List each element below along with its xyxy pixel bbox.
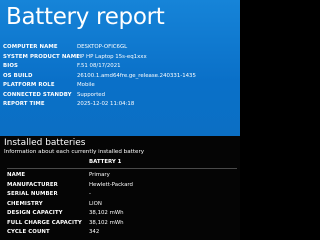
battery-row: NAME Primary: [7, 171, 237, 181]
system-info-row: COMPUTER NAME DESKTOP-OFIC6GL: [3, 43, 239, 53]
battery-row-value: 38,102 mWh: [89, 210, 124, 216]
system-info-row: SYSTEM PRODUCT NAME HP HP Laptop 15s-eq1…: [3, 53, 239, 63]
battery-row-label: DESIGN CAPACITY: [7, 210, 63, 216]
installed-batteries-subtitle: Information about each currently install…: [4, 149, 145, 155]
battery-row-value: Hewlett-Packard: [89, 181, 133, 188]
battery-table: BATTERY 1 NAME Primary MANUFACTURER Hewl…: [7, 158, 237, 238]
battery-row-label: SERIAL NUMBER: [7, 191, 58, 197]
battery-row-label: CHEMISTRY: [7, 200, 43, 207]
battery-row: CHEMISTRY LION: [7, 200, 237, 210]
battery-row-label: MANUFACTURER: [7, 181, 58, 188]
system-info-row: BIOS F.51 08/17/2021: [3, 62, 239, 72]
system-info-value: HP HP Laptop 15s-eq1xxx: [77, 53, 147, 60]
system-info-label: COMPUTER NAME: [3, 44, 58, 50]
system-info-label: BIOS: [3, 63, 18, 69]
battery-row: SERIAL NUMBER -: [7, 190, 237, 200]
battery-report-page: Battery report COMPUTER NAME DESKTOP-OFI…: [0, 0, 240, 240]
system-info-value: 2025-12-02 11:04:18: [77, 101, 135, 107]
battery-row-value: Primary: [89, 172, 110, 178]
battery-row: MANUFACTURER Hewlett-Packard: [7, 181, 237, 191]
system-info-value: DESKTOP-OFIC6GL: [77, 44, 128, 50]
battery-row-value: 342: [89, 229, 100, 235]
page-title: Battery report: [6, 4, 165, 30]
battery-row-value: -: [89, 191, 91, 197]
system-info-value: Mobile: [77, 82, 95, 88]
system-info-value: Supported: [77, 91, 106, 98]
battery-column-header: BATTERY 1: [7, 158, 237, 167]
system-info-label: SYSTEM PRODUCT NAME: [3, 53, 80, 60]
system-info-value: F.51 08/17/2021: [77, 63, 121, 69]
system-info-row: PLATFORM ROLE Mobile: [3, 81, 239, 91]
battery-row-value: LION: [89, 200, 102, 207]
system-info-table: COMPUTER NAME DESKTOP-OFIC6GL SYSTEM PRO…: [3, 43, 239, 110]
battery-row-label: FULL CHARGE CAPACITY: [7, 219, 82, 226]
system-info-row: OS BUILD 26100.1.amd64fre.ge_release.240…: [3, 72, 239, 82]
system-info-row: REPORT TIME 2025-12-02 11:04:18: [3, 100, 239, 110]
system-info-label: OS BUILD: [3, 72, 33, 79]
battery-row: FULL CHARGE CAPACITY 38,102 mWh: [7, 219, 237, 229]
system-info-label: CONNECTED STANDBY: [3, 91, 72, 98]
battery-row-value: 38,102 mWh: [89, 219, 124, 226]
system-info-row: CONNECTED STANDBY Supported: [3, 91, 239, 101]
battery-column-label: BATTERY 1: [89, 159, 122, 165]
battery-row-label: NAME: [7, 172, 26, 178]
battery-row-label: CYCLE COUNT: [7, 229, 50, 235]
battery-table-divider: [7, 168, 237, 169]
battery-row: CYCLE COUNT 342: [7, 228, 237, 238]
system-info-label: REPORT TIME: [3, 101, 45, 107]
battery-row: DESIGN CAPACITY 38,102 mWh: [7, 209, 237, 219]
system-info-value: 26100.1.amd64fre.ge_release.240331-1435: [77, 72, 196, 79]
system-info-label: PLATFORM ROLE: [3, 82, 55, 88]
